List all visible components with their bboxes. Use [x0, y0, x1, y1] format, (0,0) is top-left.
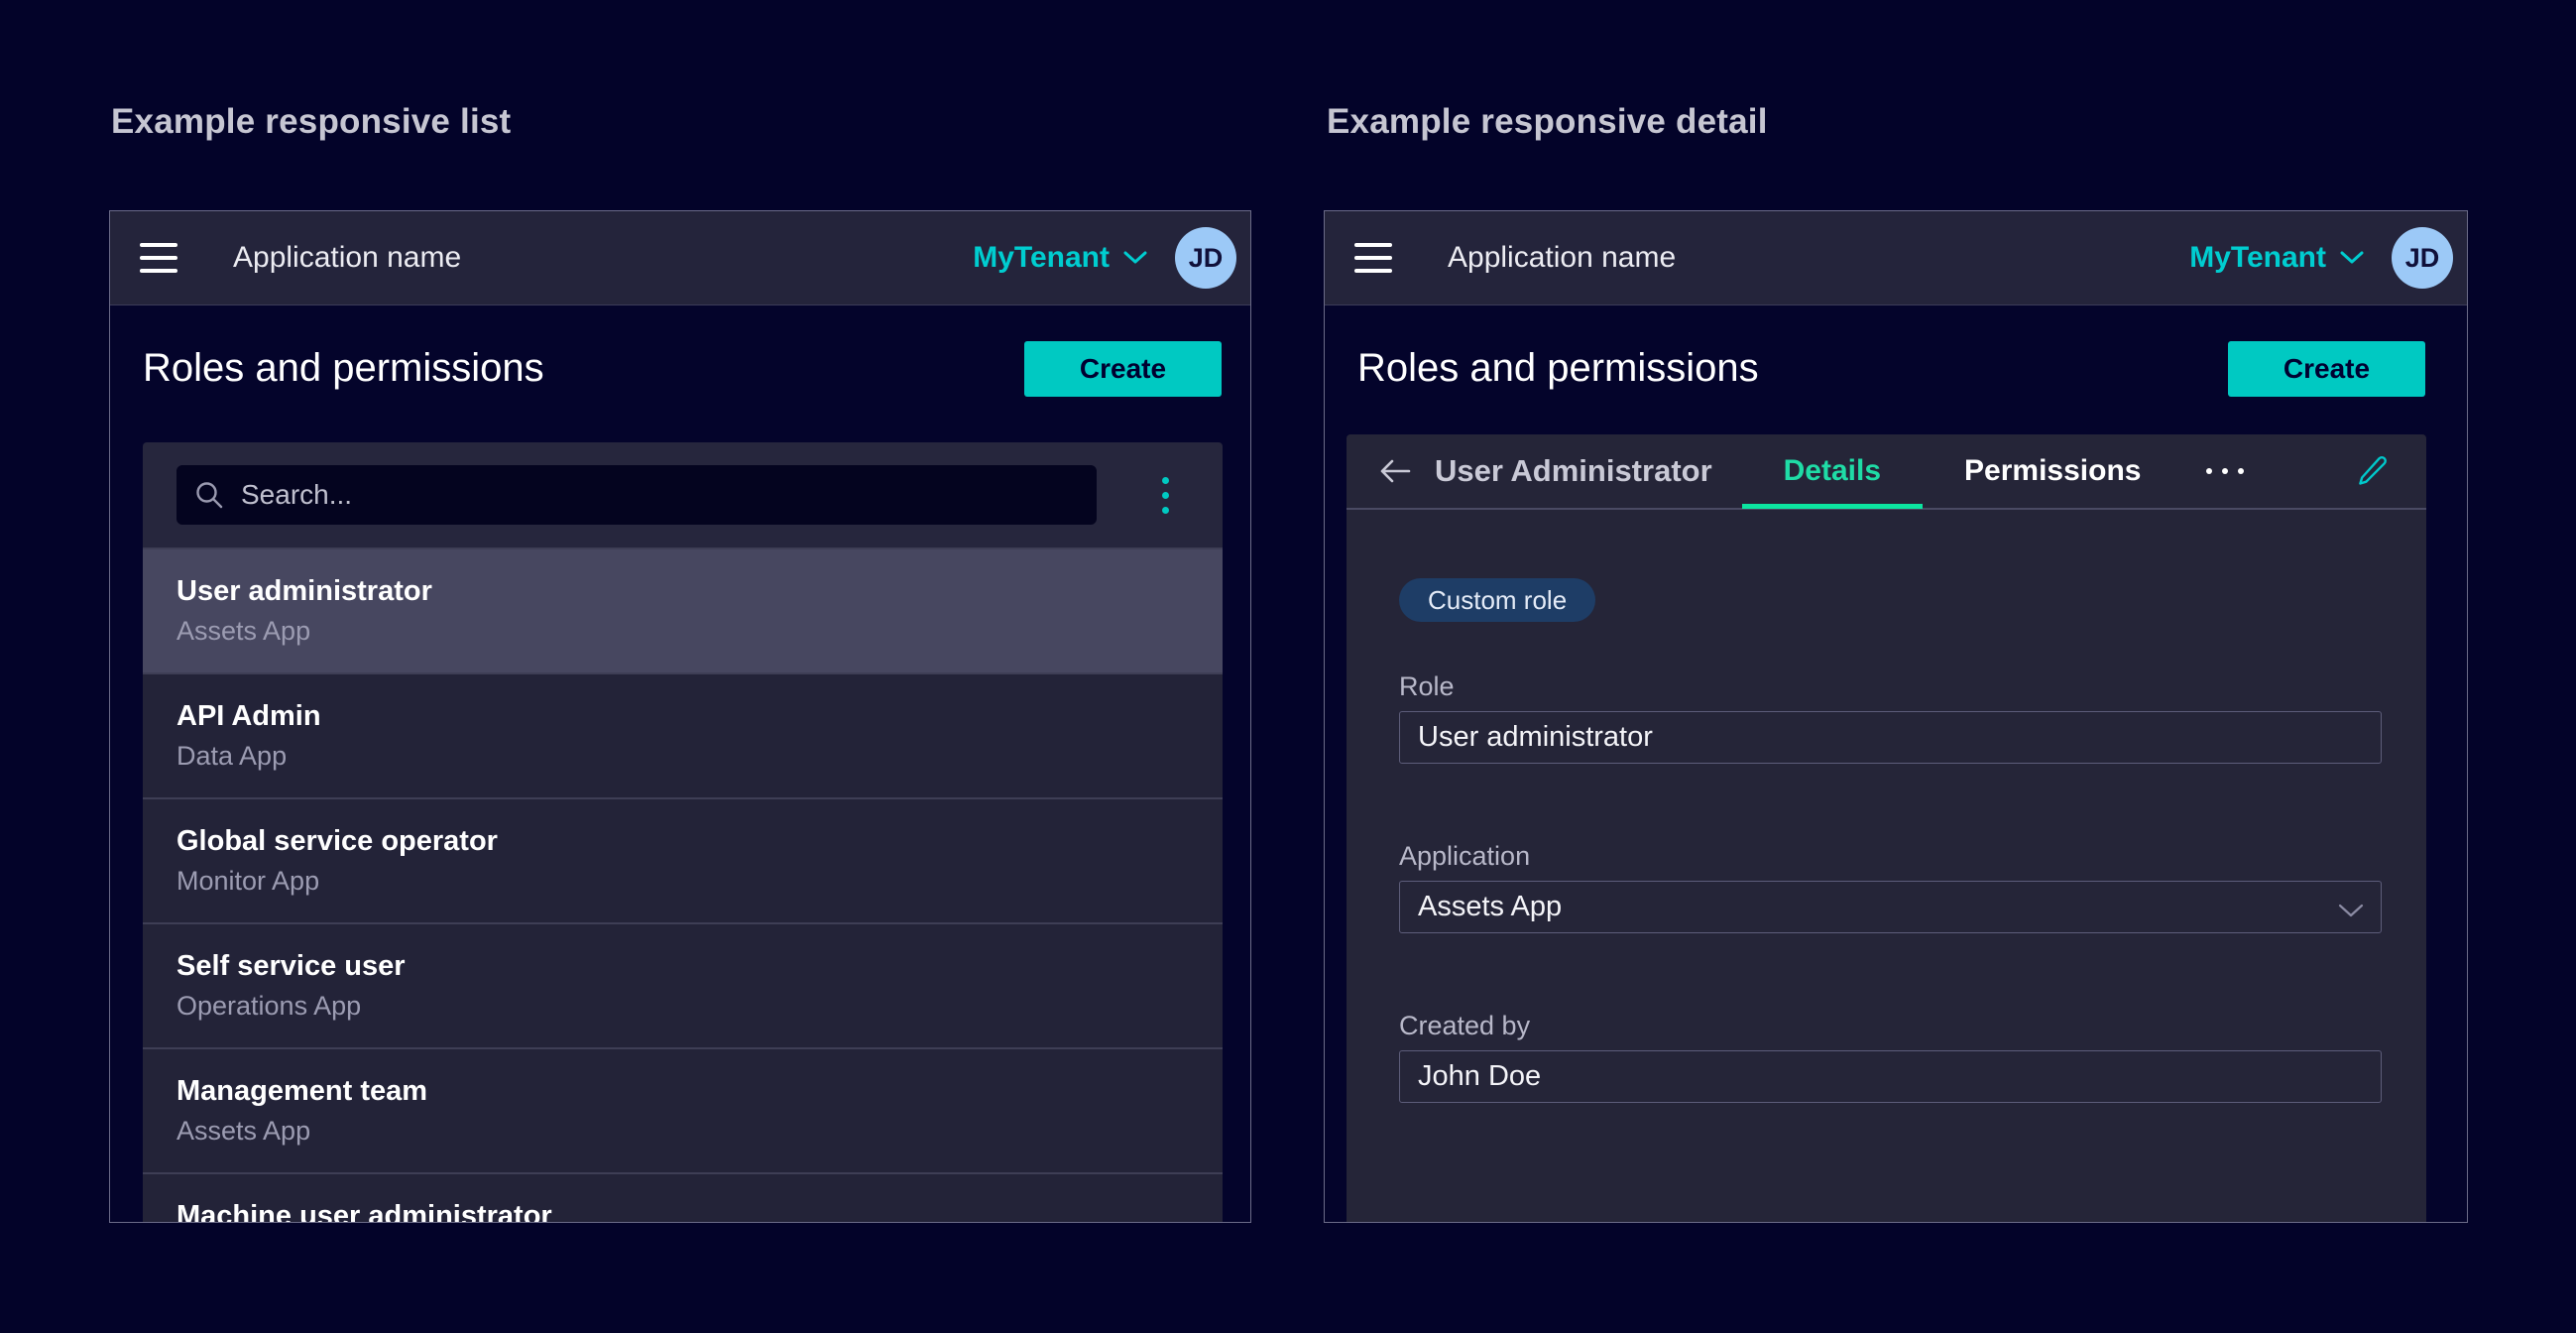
header-right: MyTenant JD — [2189, 227, 2453, 289]
app-name: Application name — [233, 241, 461, 275]
chevron-down-icon — [1123, 251, 1147, 265]
header-right: MyTenant JD — [973, 227, 1236, 289]
tenant-name: MyTenant — [2189, 241, 2326, 275]
page-title: Roles and permissions — [1357, 346, 1759, 391]
role-detail-card: User Administrator Details Permissions C… — [1347, 434, 2426, 1222]
detail-toolbar: User Administrator Details Permissions — [1347, 434, 2426, 510]
tenant-name: MyTenant — [973, 241, 1110, 275]
edit-button[interactable] — [2353, 452, 2391, 490]
kebab-menu-icon[interactable] — [1156, 471, 1175, 520]
app-header: Application name MyTenant JD — [1325, 211, 2467, 305]
role-name: User administrator — [176, 575, 1189, 608]
responsive-detail-panel: Application name MyTenant JD Roles and p… — [1324, 210, 2468, 1223]
tab-permissions[interactable]: Permissions — [1923, 434, 2182, 509]
detail-title: User Administrator — [1435, 453, 1712, 489]
responsive-list-panel: Application name MyTenant JD Roles and p… — [109, 210, 1251, 1223]
menu-icon[interactable] — [140, 243, 177, 273]
section-title-list: Example responsive list — [111, 102, 511, 142]
create-button[interactable]: Create — [1024, 341, 1222, 397]
avatar[interactable]: JD — [2392, 227, 2453, 289]
role-name: Management team — [176, 1075, 1189, 1108]
role-name: Machine user administrator — [176, 1200, 1189, 1222]
avatar[interactable]: JD — [1175, 227, 1236, 289]
role-list-item[interactable]: API Admin Data App — [143, 672, 1223, 797]
menu-icon[interactable] — [1354, 243, 1392, 273]
search-icon — [194, 480, 224, 510]
app-header: Application name MyTenant JD — [110, 211, 1250, 305]
tab-bar: Details Permissions — [1742, 434, 2183, 509]
role-list-item[interactable]: Machine user administrator — [143, 1172, 1223, 1222]
detail-form: Custom role Role Application Assets App … — [1347, 510, 2426, 1103]
chevron-down-icon — [2338, 904, 2364, 919]
role-app: Operations App — [176, 991, 1189, 1022]
created-by-input[interactable] — [1399, 1050, 2382, 1103]
section-title-detail: Example responsive detail — [1327, 102, 1768, 142]
application-select[interactable]: Assets App — [1399, 881, 2382, 933]
field-label-application: Application — [1399, 841, 2382, 872]
tenant-selector[interactable]: MyTenant — [973, 241, 1147, 275]
role-name: Self service user — [176, 950, 1189, 983]
back-button[interactable] — [1379, 458, 1411, 484]
search-field — [176, 465, 1097, 525]
search-row — [143, 442, 1223, 547]
field-label-role: Role — [1399, 671, 2382, 702]
chevron-down-icon — [2340, 251, 2364, 265]
app-name: Application name — [1448, 241, 1676, 275]
create-button[interactable]: Create — [2228, 341, 2425, 397]
role-app: Assets App — [176, 616, 1189, 647]
role-app: Assets App — [176, 1116, 1189, 1147]
pencil-icon — [2353, 452, 2391, 490]
roles-list-card: User administrator Assets App API Admin … — [143, 442, 1223, 1222]
role-list-item[interactable]: User administrator Assets App — [143, 547, 1223, 672]
role-app: Monitor App — [176, 866, 1189, 897]
arrow-left-icon — [1379, 458, 1411, 484]
field-label-created-by: Created by — [1399, 1011, 2382, 1041]
role-list-item[interactable]: Management team Assets App — [143, 1047, 1223, 1172]
role-input[interactable] — [1399, 711, 2382, 764]
role-name: Global service operator — [176, 825, 1189, 858]
tab-details[interactable]: Details — [1742, 434, 1923, 509]
more-options-icon[interactable] — [2198, 460, 2252, 482]
search-input[interactable] — [176, 465, 1097, 525]
role-name: API Admin — [176, 700, 1189, 733]
role-list-item[interactable]: Global service operator Monitor App — [143, 797, 1223, 922]
role-list-item[interactable]: Self service user Operations App — [143, 922, 1223, 1047]
custom-role-badge: Custom role — [1399, 578, 1595, 622]
page-title: Roles and permissions — [143, 346, 544, 391]
tenant-selector[interactable]: MyTenant — [2189, 241, 2364, 275]
role-app: Data App — [176, 741, 1189, 772]
application-select-value: Assets App — [1399, 881, 2382, 933]
